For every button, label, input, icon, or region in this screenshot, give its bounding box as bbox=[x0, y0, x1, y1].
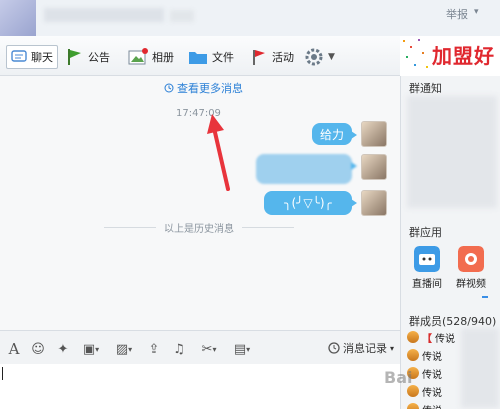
image-icon[interactable]: ▨ ▾ bbox=[110, 341, 138, 357]
report-caret-icon[interactable]: ▾ bbox=[474, 7, 479, 17]
divider-line bbox=[242, 227, 294, 228]
avatar[interactable] bbox=[361, 154, 387, 180]
view-more-link[interactable]: 查看更多消息 bbox=[164, 80, 243, 96]
message-bubble[interactable]: ╮(╯▽╰)╭ bbox=[264, 191, 357, 215]
scissors-icon[interactable]: ✂ ▾ bbox=[196, 341, 222, 357]
app-live-room[interactable]: 直播间 bbox=[407, 246, 447, 290]
tab-activity-label: 活动 bbox=[272, 51, 294, 64]
red-flag-icon bbox=[253, 50, 265, 65]
avatar[interactable] bbox=[361, 121, 387, 147]
tab-album-label: 相册 bbox=[152, 51, 174, 64]
app-group-video[interactable]: 群视频 bbox=[451, 246, 491, 290]
message-record-button[interactable]: 消息记录 ▾ bbox=[328, 340, 394, 356]
message-record-label: 消息记录 bbox=[343, 342, 387, 355]
apps-page-indicator[interactable] bbox=[482, 296, 488, 298]
group-members-title: 群成员(528/940) bbox=[409, 315, 497, 328]
history-divider-label: 以上是历史消息 bbox=[164, 224, 234, 235]
member-names-blurred bbox=[461, 328, 499, 408]
group-info-blurred bbox=[170, 10, 194, 22]
ad-banner[interactable]: 加盟好 bbox=[400, 36, 500, 76]
group-notice-blurred bbox=[407, 96, 497, 208]
text-cursor bbox=[2, 367, 3, 380]
app-group-video-label: 群视频 bbox=[456, 279, 486, 290]
title-bar: 举报 ▾ bbox=[0, 0, 500, 36]
message-bubble[interactable]: 给力 bbox=[312, 123, 357, 145]
member-avatar-icon bbox=[407, 331, 419, 343]
chat-toolbar: 聊天 公告 相册 文件 活动 ▼ bbox=[0, 36, 400, 76]
folder-icon bbox=[189, 52, 207, 64]
member-name: 传说 bbox=[422, 351, 442, 363]
confetti-decoration bbox=[403, 39, 428, 68]
photo-icon bbox=[128, 48, 148, 65]
member-item[interactable]: 传说 bbox=[407, 347, 442, 363]
chevron-down-icon: ▾ bbox=[390, 343, 395, 353]
flag-icon bbox=[68, 49, 81, 65]
member-name: 传说 bbox=[422, 369, 442, 381]
member-name: 传说 bbox=[422, 387, 442, 399]
group-notice-title: 群通知 bbox=[409, 82, 442, 95]
magic-wand-icon[interactable]: ✦ bbox=[55, 341, 71, 357]
settings-dropdown[interactable]: ▼ bbox=[304, 45, 335, 69]
tab-notice-label: 公告 bbox=[88, 51, 110, 64]
emoji-icon[interactable]: ☺ bbox=[30, 341, 46, 357]
member-avatar-icon bbox=[407, 349, 419, 361]
more-tools-icon[interactable]: ▤ ▾ bbox=[228, 341, 256, 357]
input-toolbar: A ☺ ✦ ▣ ▾ ▨ ▾ ⇪ ♫ ✂ ▾ ▤ ▾ 消息记录 ▾ bbox=[0, 330, 400, 364]
tab-chat[interactable]: 聊天 bbox=[6, 45, 58, 69]
chevron-down-icon: ▾ bbox=[246, 344, 251, 354]
chat-history: 查看更多消息 17:47:09 给力 ╮(╯▽╰)╭ 以上是历史消息 bbox=[0, 76, 400, 330]
gift-icon[interactable]: ▣ ▾ bbox=[78, 341, 104, 357]
tv-icon bbox=[414, 246, 440, 272]
report-link[interactable]: 举报 bbox=[446, 6, 468, 22]
member-name: 传说 bbox=[435, 333, 455, 345]
upload-icon[interactable]: ⇪ bbox=[146, 341, 162, 357]
tab-notice[interactable]: 公告 bbox=[66, 45, 110, 69]
view-more-label: 查看更多消息 bbox=[177, 82, 243, 95]
chat-icon bbox=[11, 50, 27, 62]
message-text: 给力 bbox=[319, 127, 344, 142]
group-name-blurred bbox=[44, 8, 164, 22]
watermark-logo: Bai bbox=[384, 368, 413, 387]
tab-album[interactable]: 相册 bbox=[128, 45, 174, 69]
app-live-room-label: 直播间 bbox=[412, 279, 442, 290]
member-name: 传说 bbox=[422, 402, 442, 409]
member-badge: 【 bbox=[422, 333, 432, 345]
member-avatar-icon bbox=[407, 403, 419, 409]
group-avatar[interactable] bbox=[0, 0, 36, 36]
avatar[interactable] bbox=[361, 190, 387, 216]
member-item[interactable]: 传说 bbox=[407, 401, 442, 409]
font-icon[interactable]: A bbox=[6, 340, 22, 358]
clock-icon bbox=[164, 83, 174, 93]
tab-file-label: 文件 bbox=[212, 51, 234, 64]
message-input[interactable] bbox=[0, 364, 400, 409]
group-apps-title: 群应用 bbox=[409, 226, 442, 239]
clock-icon bbox=[328, 342, 340, 354]
banner-text: 加盟好 bbox=[432, 44, 495, 68]
camera-icon bbox=[458, 246, 484, 272]
history-divider: 以上是历史消息 bbox=[104, 220, 294, 235]
music-icon[interactable]: ♫ bbox=[171, 341, 187, 357]
chevron-down-icon: ▼ bbox=[328, 52, 335, 62]
tab-activity[interactable]: 活动 bbox=[250, 45, 294, 69]
chevron-down-icon: ▾ bbox=[212, 344, 217, 354]
message-text: ╮(╯▽╰)╭ bbox=[284, 196, 332, 210]
chevron-down-icon: ▾ bbox=[128, 344, 133, 354]
divider-line bbox=[104, 227, 156, 228]
tab-file[interactable]: 文件 bbox=[188, 45, 234, 69]
tab-chat-label: 聊天 bbox=[31, 51, 53, 64]
group-side-panel: 群通知 群应用 直播间 群视频 群成员(528/940) 【 传说 传说 传说 … bbox=[400, 76, 500, 409]
chevron-down-icon: ▾ bbox=[95, 344, 100, 354]
pointer-arrow-annotation bbox=[207, 114, 230, 191]
gear-icon bbox=[305, 48, 323, 66]
message-bubble-blurred[interactable] bbox=[256, 154, 357, 184]
member-item[interactable]: 【 传说 bbox=[407, 329, 455, 345]
